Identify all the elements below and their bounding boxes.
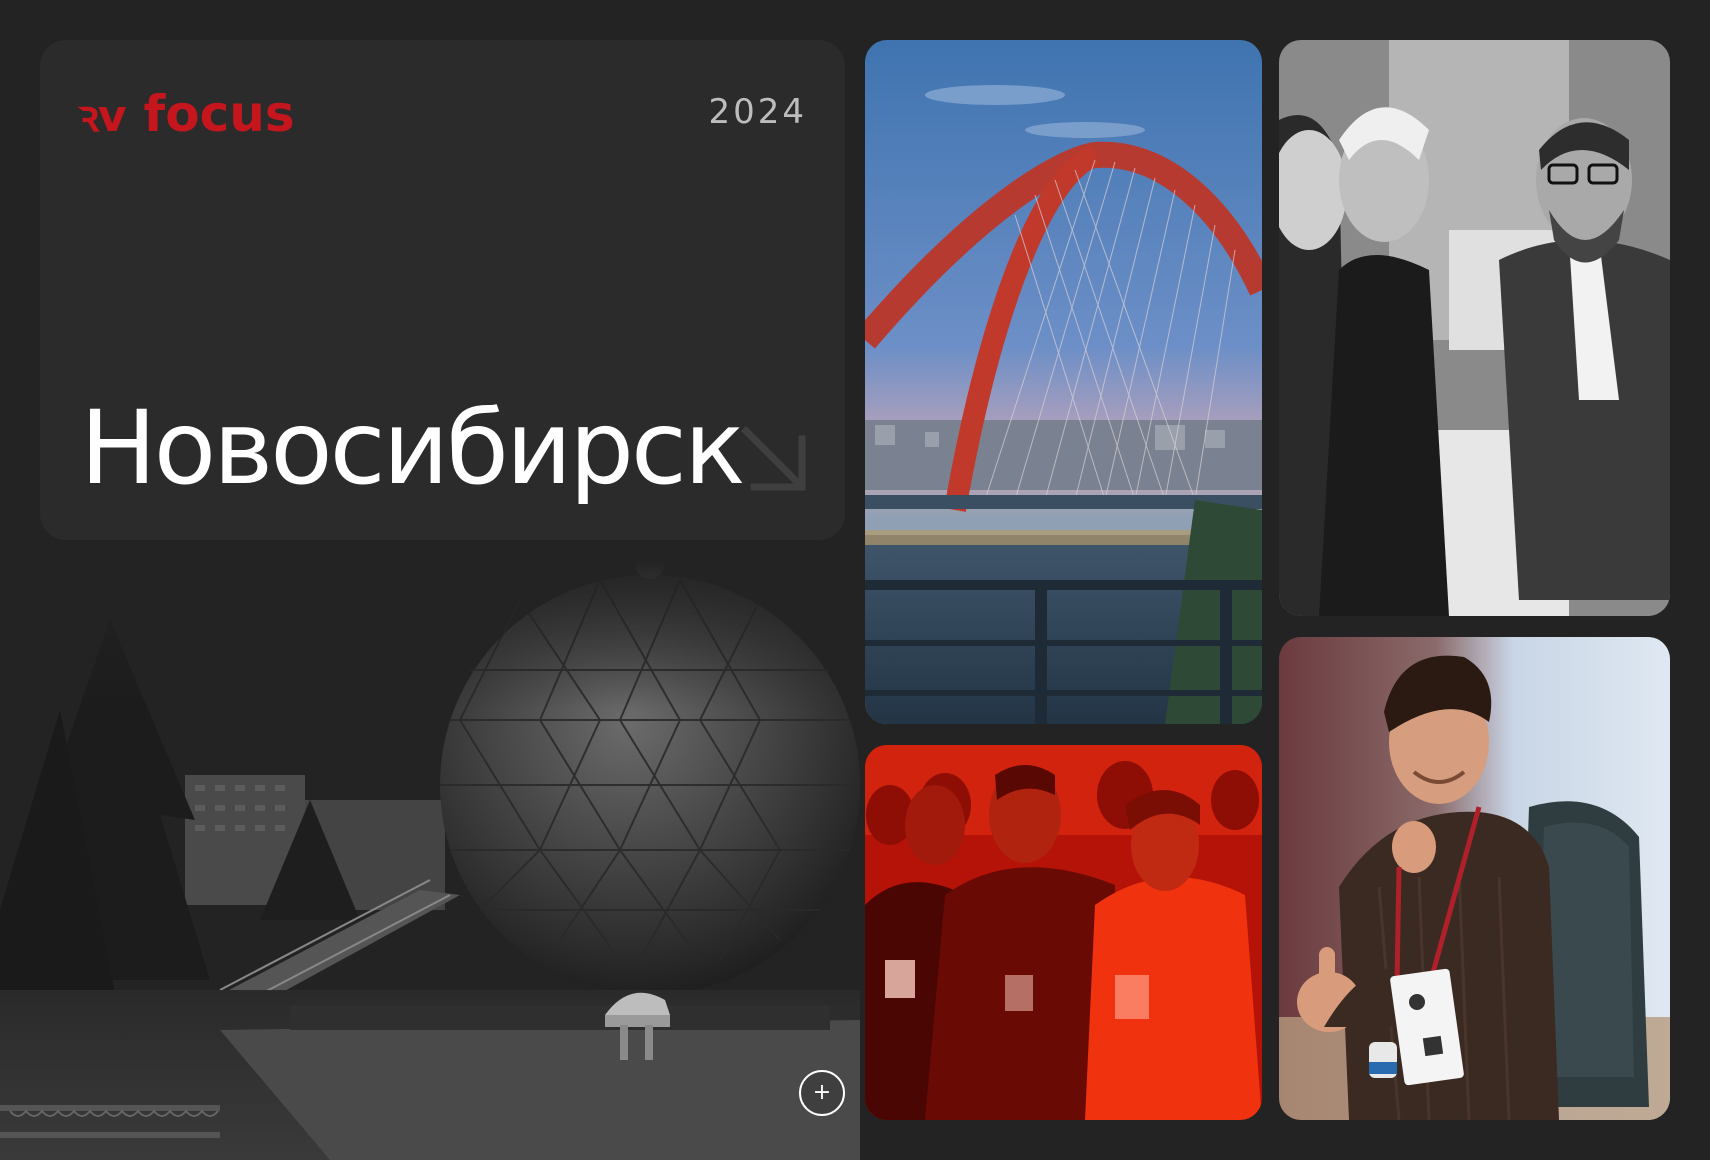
city-photo [0, 560, 860, 1160]
brand-logo[interactable]: ꝛv focus [78, 84, 295, 144]
photo-speakers [1279, 40, 1670, 616]
city-title: Новосибирск [80, 389, 746, 508]
brand-wordmark: focus [143, 85, 295, 143]
photo-bridge-graphic [865, 40, 1262, 724]
arrow-down-right-icon[interactable] [740, 425, 808, 493]
plus-button[interactable]: + [799, 1070, 845, 1116]
photo-audience-graphic [865, 745, 1262, 1120]
hero-card: ꝛv focus 2024 Новосибирск [40, 40, 845, 540]
brand-mark: ꝛv [78, 91, 127, 142]
photo-bridge [865, 40, 1262, 724]
photo-attendee [1279, 637, 1670, 1120]
event-year: 2024 [708, 92, 807, 132]
photo-attendee-graphic [1279, 637, 1670, 1120]
photo-audience [865, 745, 1262, 1120]
photo-speakers-graphic [1279, 40, 1670, 616]
plus-icon: + [812, 1080, 832, 1105]
page: ꝛv focus 2024 Новосибирск + [0, 0, 1710, 1160]
city-photo-graphic [0, 560, 860, 1160]
